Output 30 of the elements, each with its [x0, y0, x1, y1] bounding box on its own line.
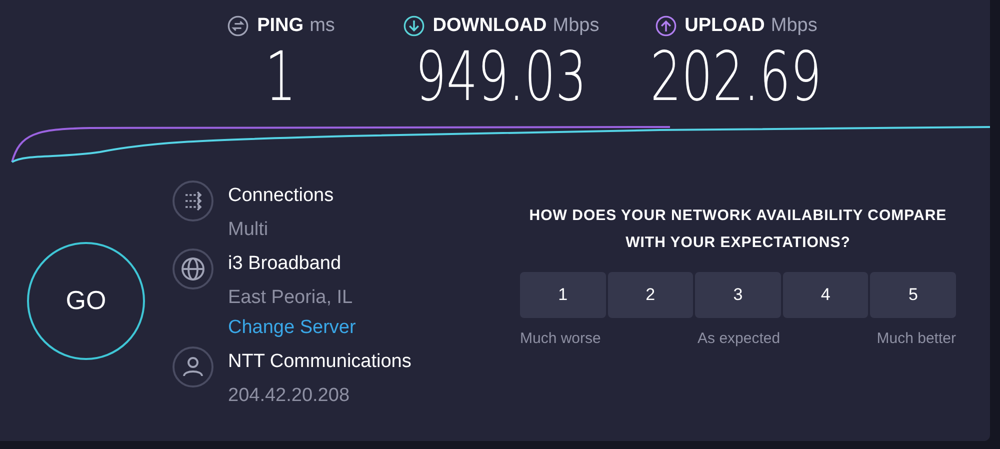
metric-value: 1: [265, 42, 297, 112]
person-icon: [172, 346, 214, 388]
rating-option[interactable]: 3: [695, 272, 781, 318]
metric-label: DOWNLOAD: [432, 14, 547, 38]
globe-icon: [172, 248, 214, 290]
info-title: i3 Broadband: [228, 252, 342, 276]
scale-label: Much better: [876, 329, 956, 349]
scale-label: As expected: [698, 329, 780, 349]
info-title: NTT Communications: [228, 350, 412, 374]
rating-option[interactable]: 1: [520, 272, 606, 318]
metric-unit: ms: [310, 14, 335, 38]
metric-unit: Mbps: [552, 14, 600, 38]
info-subtitle: Multi: [228, 218, 270, 242]
metric-value: 949.03: [415, 42, 587, 112]
survey-question: HOW DOES YOUR NETWORK AVAILABILITY COMPARE WITH YOUR EXPECTATIONS?: [528, 206, 948, 253]
metric-label: PING: [257, 14, 304, 38]
metric-unit: Mbps: [770, 14, 818, 38]
rating-option[interactable]: 4: [782, 272, 868, 318]
rating-option[interactable]: 5: [870, 272, 956, 318]
metric-label: UPLOAD: [684, 14, 765, 38]
scale-label: Much worse: [520, 329, 601, 349]
info-subtitle: 204.42.20.208: [228, 384, 351, 408]
rating-option[interactable]: 2: [608, 272, 694, 318]
info-title: Connections: [228, 184, 334, 208]
change-server-link[interactable]: Change Server: [228, 316, 356, 340]
info-subtitle: East Peoria, IL: [228, 286, 354, 310]
go-button[interactable]: GO: [27, 242, 145, 360]
connections-icon: [172, 180, 214, 222]
metric-value: 202.69: [650, 42, 822, 112]
ping-icon: [227, 15, 250, 38]
